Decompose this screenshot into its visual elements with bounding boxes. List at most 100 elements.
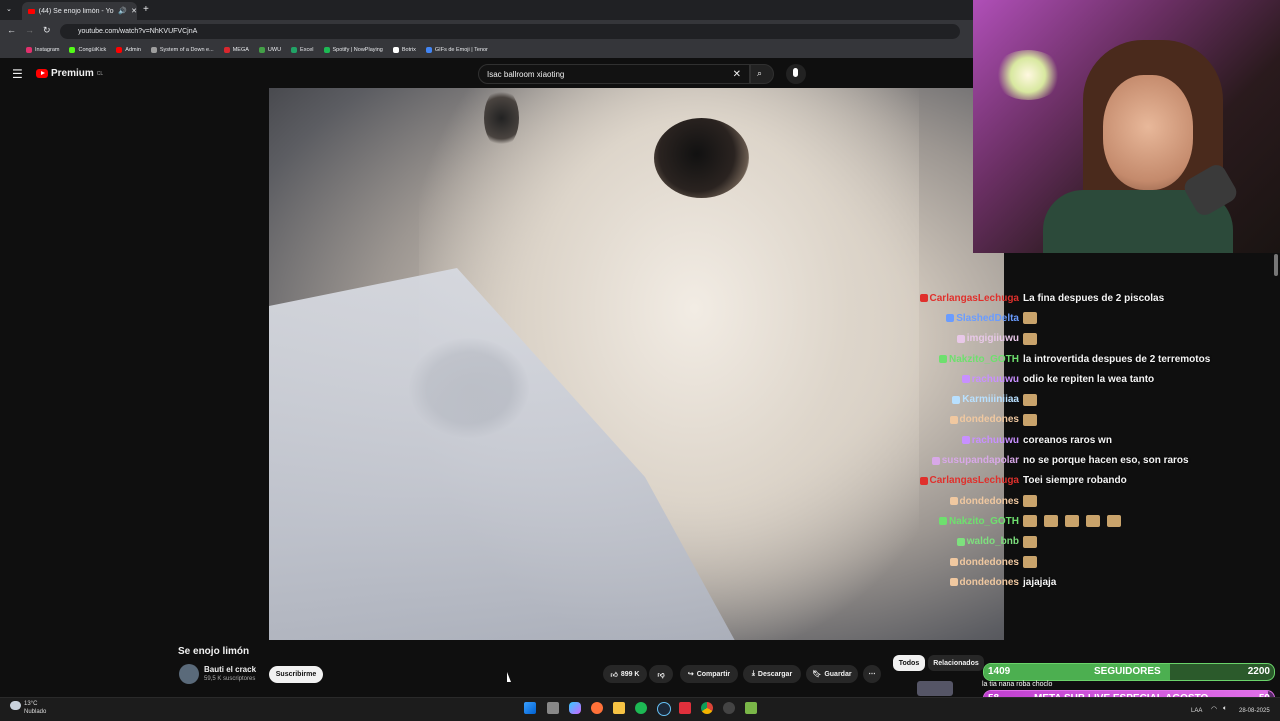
forward-icon[interactable]: →: [25, 25, 34, 35]
chip-related[interactable]: Relacionados: [928, 655, 984, 671]
chat-username: Nakzito_GOTH: [948, 515, 1019, 527]
bookmark-label: GIFs de Emoji | Tenor: [434, 47, 488, 53]
chat-message: CarlangasLechuga La fina despues de 2 pis…: [905, 288, 1245, 308]
bookmark-item[interactable]: UWU: [258, 47, 281, 53]
save-button[interactable]: 🔖︎ Guardar: [806, 665, 858, 683]
chat-username: imgigiiuwu: [966, 333, 1019, 345]
subscribe-button[interactable]: Suscribirme: [269, 666, 323, 683]
weather-widget[interactable]: 13°C Nublado: [24, 700, 46, 716]
chat-text: no se porque hacen eso, son raros: [1023, 455, 1189, 467]
chat-username: susupandapolar: [941, 455, 1019, 467]
dislike-button[interactable]: 👎︎: [649, 665, 673, 683]
chat-text: la introvertida despues de 2 terremotos: [1023, 353, 1211, 365]
file-explorer-icon[interactable]: [613, 702, 625, 714]
like-count: 899 K: [620, 670, 640, 678]
bookmark-item[interactable]: CongüiKick: [69, 47, 106, 53]
chat-badge-icon: [919, 476, 928, 485]
search-button[interactable]: ⌕: [750, 64, 774, 84]
recommended-thumbnail[interactable]: [917, 681, 953, 696]
search-icon: ⌕: [757, 68, 763, 78]
voice-search-button[interactable]: [786, 64, 806, 84]
chat-username: CarlangasLechuga: [929, 292, 1019, 304]
webcam-overlay: [973, 0, 1280, 253]
avatar[interactable]: [179, 664, 199, 684]
menu-icon[interactable]: ☰: [12, 67, 23, 81]
reload-icon[interactable]: ↻: [43, 25, 51, 36]
bookmark-label: Admin: [125, 47, 141, 53]
share-label: Compartir: [696, 670, 731, 678]
chat-username-wrap: dondedones: [905, 577, 1023, 588]
chat-username-wrap: rachuuwu: [905, 435, 1023, 446]
download-label: Descargar: [757, 670, 793, 678]
bookmark-favicon-icon: [116, 47, 123, 53]
obs-icon[interactable]: [723, 702, 735, 714]
system-date[interactable]: 28-08-2025: [1239, 708, 1270, 714]
temperature: 13°C: [24, 701, 38, 707]
more-actions-button[interactable]: ⋯: [863, 665, 881, 683]
clear-search-icon[interactable]: ✕: [733, 69, 741, 80]
close-tab-icon[interactable]: ✕: [131, 7, 137, 15]
chat-username-wrap: CarlangasLechuga: [905, 293, 1023, 304]
bookmark-item[interactable]: Instagram: [26, 47, 59, 53]
logo-text: Premium: [51, 68, 94, 79]
spotify-icon[interactable]: [635, 702, 647, 714]
bookmark-label: Excel: [300, 47, 314, 53]
share-button[interactable]: ↪ Compartir: [680, 665, 738, 683]
task-view-icon[interactable]: [547, 702, 559, 714]
bookmark-item[interactable]: GIFs de Emoji | Tenor: [425, 47, 488, 53]
stream-chat: CarlangasLechuga La fina despues de 2 pis…: [905, 288, 1245, 592]
chrome-icon[interactable]: [701, 702, 713, 714]
steam-icon[interactable]: [657, 702, 671, 716]
bookmark-item[interactable]: Admin: [116, 47, 141, 53]
chat-scrollbar[interactable]: [1274, 254, 1278, 276]
chat-message: Nakzito_GOTH: [905, 511, 1245, 531]
notepad-icon[interactable]: [745, 702, 757, 714]
search-input[interactable]: Isac ballroom xiaoting ✕: [478, 64, 750, 84]
dog-eye-2: [484, 88, 519, 148]
chat-badge-icon: [946, 314, 955, 323]
back-icon[interactable]: ←: [7, 25, 16, 35]
new-tab-icon[interactable]: +: [143, 4, 149, 15]
url-text: youtube.com/watch?v=NhKVUFVCjnA: [78, 28, 198, 35]
chat-username-wrap: rachuuwu: [905, 374, 1023, 385]
weather-icon[interactable]: [10, 701, 21, 710]
streamer-face: [1103, 75, 1193, 190]
video-player[interactable]: [269, 88, 1004, 640]
youtube-play-icon: [36, 69, 48, 78]
wifi-icon[interactable]: ◠: [1211, 705, 1217, 713]
volume-icon[interactable]: 🔈︎: [1223, 705, 1227, 713]
bookmark-item[interactable]: MEGA: [223, 47, 249, 53]
chat-emote-icon: [1023, 515, 1037, 528]
app-icon[interactable]: [679, 702, 691, 714]
bookmark-item[interactable]: System of a Down e...: [150, 47, 214, 53]
logo-country: CL: [96, 70, 104, 77]
video-title: Se enojo limón: [178, 646, 250, 657]
chat-message: imgigiiuwu: [905, 329, 1245, 349]
bookmark-favicon-icon: [392, 47, 399, 53]
like-button[interactable]: 👍︎ 899 K: [603, 665, 647, 683]
tab-search-icon[interactable]: ⌄: [6, 5, 12, 13]
chat-username: Karmiiiniiaa: [962, 394, 1019, 406]
chat-text: coreanos raros wn: [1023, 434, 1112, 446]
start-icon[interactable]: [524, 702, 536, 714]
chip-all[interactable]: Todos: [893, 655, 925, 671]
channel-name[interactable]: Bauti el crack: [204, 665, 256, 674]
bookmark-item[interactable]: Excel: [291, 47, 314, 53]
bookmark-item[interactable]: Spotify | NowPlaying: [323, 47, 383, 53]
chat-text: odio ke repiten la wea tanto: [1023, 373, 1155, 385]
copilot-icon[interactable]: [569, 702, 581, 714]
url-field[interactable]: youtube.com/watch?v=NhKVUFVCjnA: [60, 24, 960, 39]
chat-username-wrap: dondedones: [905, 557, 1023, 568]
chat-message: Karmiiiniiaa: [905, 389, 1245, 409]
bookmark-item[interactable]: Botrix: [392, 47, 416, 53]
chat-badge-icon: [938, 355, 947, 364]
language-indicator[interactable]: LAA: [1191, 708, 1202, 714]
download-button[interactable]: ⤓ Descargar: [743, 665, 801, 683]
mouse-cursor-icon: [507, 672, 511, 682]
browser-tab[interactable]: (44) Se enojo limón - YouTube 🔊 ✕: [22, 2, 137, 20]
chat-badge-icon: [956, 537, 965, 546]
youtube-logo[interactable]: Premium CL: [36, 68, 103, 79]
firefox-icon[interactable]: [591, 702, 603, 714]
bookmarks-bar: Instagram CongüiKick Admin System of a Down…: [0, 42, 973, 58]
chat-emote-icon: [1107, 515, 1121, 528]
